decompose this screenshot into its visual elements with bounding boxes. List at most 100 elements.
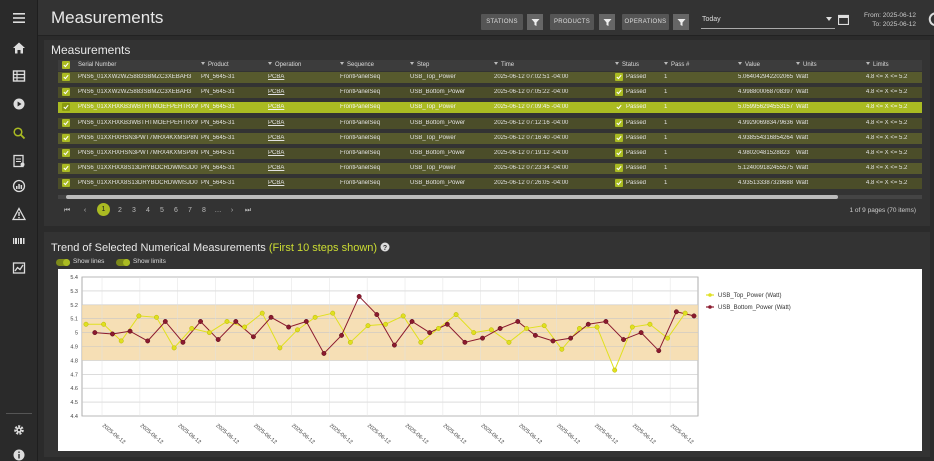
help-icon[interactable]: ? [380,242,390,252]
report-icon[interactable] [0,149,38,173]
table-row[interactable]: PNS6_01XXHXHSN3PWT7MRX4KXMSP8N7 PN_5645-3… [58,148,922,159]
stations-filter-icon[interactable] [527,14,543,30]
data-point-bottom [356,294,362,299]
cell-operation[interactable]: PCBA [268,104,318,110]
cell-value: 5.059956294553157 [738,104,793,111]
x-tick-label: 2025-06-12 [593,423,618,446]
last-page-button[interactable]: ⏭ [243,207,253,219]
play-circle-icon[interactable] [0,92,38,116]
page-button-7[interactable]: 7 [185,207,195,219]
y-tick-label: 5.1 [70,317,78,323]
page-button-4[interactable]: 4 [143,207,153,219]
gauge-icon[interactable] [0,174,38,198]
row-checkbox[interactable] [62,118,70,127]
page-button-8[interactable]: 8 [199,207,209,219]
data-point-bottom [180,339,186,345]
col-header-serial[interactable]: Serial Number [78,62,116,68]
cell-units: Watt [796,104,809,111]
data-point-top [224,319,230,324]
refresh-icon[interactable] [927,10,934,28]
data-point-bottom [92,330,98,336]
row-checkbox[interactable] [62,133,70,142]
operations-filter-icon[interactable] [673,14,689,30]
data-point-top [541,323,547,329]
table-row[interactable]: PNS6_01XXW2WZ5883SBMZC3XEBAH3 PN_5645-31 P… [58,87,922,99]
cell-serial: PNS6_01XXHXKB3WBTHTMOEFPEHTRXWB [78,104,198,111]
row-checkbox[interactable] [62,88,70,97]
cell-product: PN_5645-31 [201,119,235,126]
col-header-operation[interactable]: Operation [268,62,301,68]
row-checkbox[interactable] [62,164,70,173]
products-filter-icon[interactable] [599,14,615,30]
row-checkbox[interactable] [62,103,70,112]
cell-units: Watt [796,119,809,126]
cell-time: 2025-06-12 07:02:51 -04:00 [494,74,569,80]
products-filter-button[interactable]: PRODUCTS [550,14,594,30]
calendar-icon[interactable] [838,14,849,25]
data-point-bottom [673,309,679,315]
col-header-time[interactable]: Time [494,62,514,68]
data-point-bottom [233,319,239,324]
col-header-step[interactable]: Step [410,62,429,68]
page-title: Measurements [51,8,164,27]
page-button-current[interactable]: 1 [97,203,110,216]
horizontal-scrollbar[interactable] [58,195,922,199]
cell-operation[interactable]: PCBA [268,89,318,95]
cell-limits: 4.8 <= X <= 5.2 [866,165,908,172]
row-checkbox[interactable] [62,149,70,157]
page-ellipsis-button[interactable]: … [213,207,223,219]
col-header-status[interactable]: Status [615,62,639,68]
gear-icon[interactable] [0,418,38,442]
show-lines-toggle[interactable] [56,259,70,266]
cell-operation[interactable]: PCBA [268,120,318,126]
cell-operation[interactable]: PCBA [268,180,318,186]
show-limits-toggle[interactable] [116,259,130,266]
home-icon[interactable] [0,36,38,60]
cell-operation[interactable]: PCBA [268,74,318,80]
stations-filter-button[interactable]: STATIONS [481,14,523,30]
page-button-5[interactable]: 5 [157,207,167,219]
table-row[interactable]: PNS6_01XXHXX8S13DRYBOCRDWMSJD0W PN_5645-3… [58,178,922,190]
row-checkbox[interactable] [62,73,70,81]
table-row[interactable]: PNS6_01XXHXHSN3PWT7MRX4KXMSP8N7 PN_5645-3… [58,132,922,144]
scrollbar-thumb[interactable] [66,195,838,199]
first-page-button[interactable]: ⏮ [62,207,72,219]
cell-operation[interactable]: PCBA [268,165,318,171]
page-button-2[interactable]: 2 [115,207,125,219]
data-point-top [559,346,565,352]
select-all-checkbox[interactable] [62,61,70,69]
y-tick-label: 4.6 [70,386,78,392]
operations-filter-button[interactable]: OPERATIONS [622,14,669,30]
range-to-label: To: 2025-06-12 [872,21,916,28]
col-header-limits[interactable]: Limits [866,62,889,68]
info-icon[interactable] [0,443,38,461]
search-icon[interactable] [0,121,38,145]
alert-icon[interactable] [0,202,38,226]
data-point-bottom [321,351,327,356]
cell-operation[interactable]: PCBA [268,135,318,141]
col-header-units[interactable]: Units [796,62,817,68]
cell-operation[interactable]: PCBA [268,150,318,156]
page-button-3[interactable]: 3 [129,207,139,219]
date-range-select[interactable]: Today [701,13,835,29]
chart-icon[interactable] [0,256,38,280]
cell-pass: 1 [664,150,668,156]
table-row[interactable]: PNS6_01XXHXX8S13DRYBOCRDWMSJD0W PN_5645-3… [58,163,922,175]
table-icon[interactable] [0,64,38,88]
page-button-6[interactable]: 6 [171,207,181,219]
table-row[interactable]: PNS6_01XXHXKB3WBTHTMOEFPEHTRXWB PN_5645-3… [58,117,922,129]
menu-icon[interactable] [0,6,38,30]
chart-title-highlight: (First 10 steps shown) [268,242,378,254]
col-header-product[interactable]: Product [201,62,229,68]
row-checkbox[interactable] [62,179,70,188]
cell-step: USB_Bottom_Power [410,89,466,96]
table-row-selected[interactable]: PNS6_01XXHXKB3WBTHTMOEFPEHTRXWB PN_5645-3… [58,102,922,114]
table-row[interactable]: PNS6_01XXW2WZ5883SBMZC3XEBAH3 PN_5645-31 P… [58,72,922,83]
next-page-button[interactable]: › [227,207,237,219]
col-header-sequence[interactable]: Sequence [340,62,374,68]
col-header-pass[interactable]: Pass # [664,62,689,68]
col-header-value[interactable]: Value [738,62,760,68]
data-point-top [154,314,159,320]
barcode-icon[interactable] [0,229,38,253]
prev-page-button[interactable]: ‹ [80,207,90,219]
